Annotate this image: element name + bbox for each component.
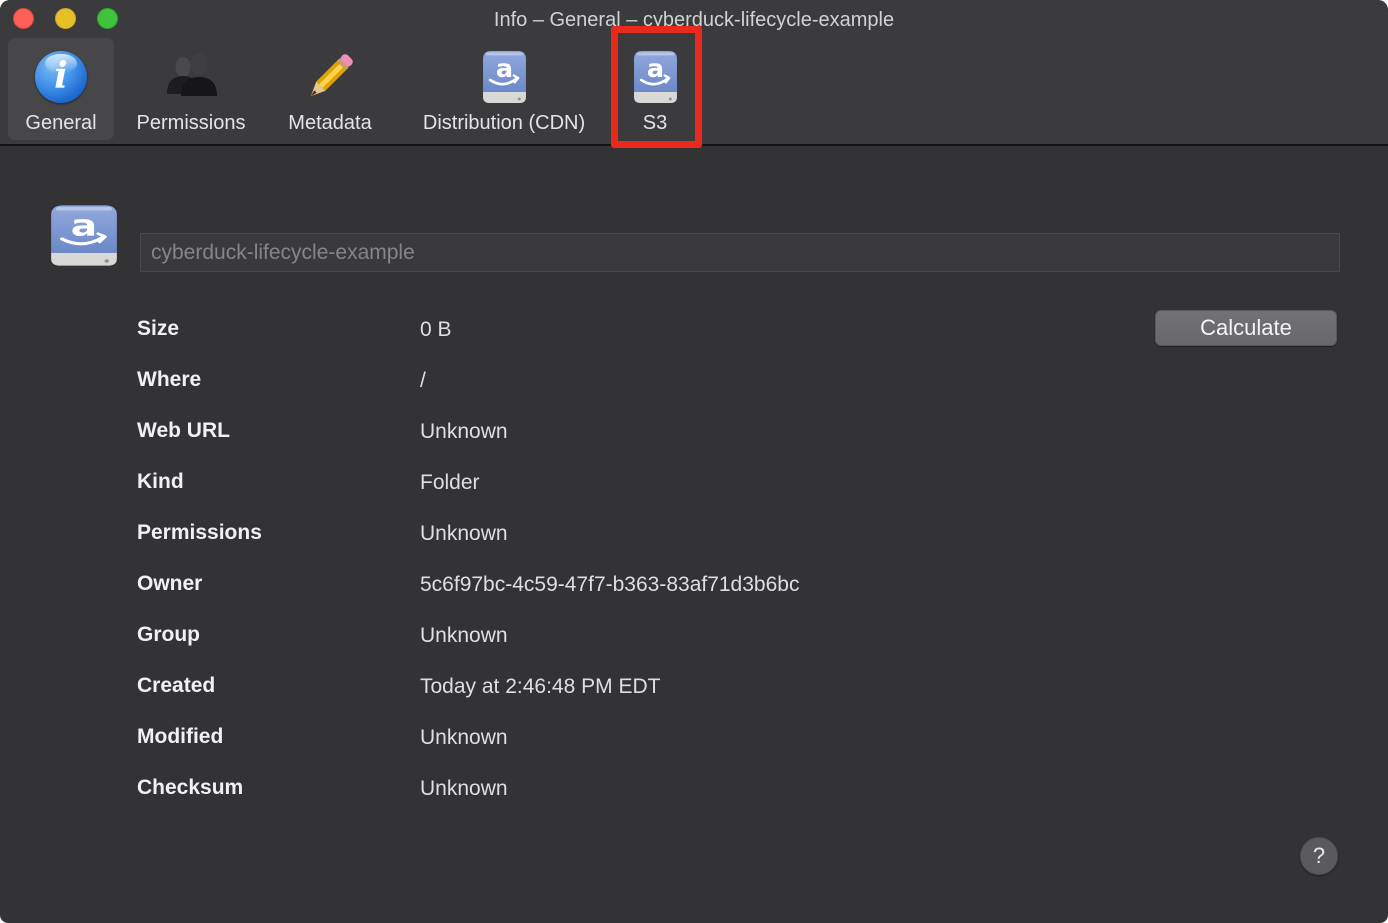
people-icon [162, 44, 220, 110]
help-button[interactable]: ? [1300, 837, 1338, 875]
info-row: Web URL Unknown [137, 417, 1137, 468]
info-row-value: Unknown [420, 417, 508, 446]
info-row-label: Created [137, 672, 420, 700]
calculate-button[interactable]: Calculate [1155, 310, 1337, 346]
svg-text:a: a [71, 209, 97, 243]
tab-permissions[interactable]: Permissions [118, 38, 264, 140]
info-row: Modified Unknown [137, 723, 1137, 774]
info-row: Created Today at 2:46:48 PM EDT [137, 672, 1137, 723]
pencil-icon [300, 44, 360, 110]
info-row: Where / [137, 366, 1137, 417]
svg-text:a: a [495, 54, 512, 83]
info-row-value: 5c6f97bc-4c59-47f7-b363-83af71d3b6bc [420, 570, 799, 599]
info-row-value: Folder [420, 468, 480, 497]
info-row-label: Kind [137, 468, 420, 496]
toolbar: i General Permissions [0, 36, 1388, 144]
info-row-value: Unknown [420, 723, 508, 752]
window-title: Info – General – cyberduck-lifecycle-exa… [0, 0, 1388, 38]
info-row-label: Group [137, 621, 420, 649]
titlebar[interactable]: Info – General – cyberduck-lifecycle-exa… [0, 0, 1388, 36]
info-table: Size 0 B Where / Web URL Unknown Kind Fo… [137, 315, 1137, 825]
amazon-drive-icon: a [481, 44, 528, 110]
info-icon: i [35, 44, 87, 110]
info-row-label: Modified [137, 723, 420, 751]
filename-input[interactable] [140, 233, 1340, 272]
info-row: Checksum Unknown [137, 774, 1137, 825]
tab-label: General [25, 110, 96, 136]
tab-label: Permissions [137, 110, 246, 136]
info-row-value: Unknown [420, 621, 508, 650]
amazon-drive-icon: a [632, 44, 679, 110]
amazon-drive-icon: a [48, 203, 120, 273]
info-row-value: Unknown [420, 519, 508, 548]
info-row: Permissions Unknown [137, 519, 1137, 570]
info-row-label: Where [137, 366, 420, 394]
info-row-value: / [420, 366, 426, 395]
info-row: Owner 5c6f97bc-4c59-47f7-b363-83af71d3b6… [137, 570, 1137, 621]
info-row-label: Checksum [137, 774, 420, 802]
tab-distribution-cdn[interactable]: a Distribution (CDN) [396, 38, 612, 140]
info-row-label: Size [137, 315, 420, 343]
info-row-label: Web URL [137, 417, 420, 445]
info-window: Info – General – cyberduck-lifecycle-exa… [0, 0, 1388, 923]
window-header: Info – General – cyberduck-lifecycle-exa… [0, 0, 1388, 146]
info-row-label: Permissions [137, 519, 420, 547]
info-row: Group Unknown [137, 621, 1137, 672]
tab-general[interactable]: i General [8, 38, 114, 140]
info-row-value: 0 B [420, 315, 452, 344]
info-row: Kind Folder [137, 468, 1137, 519]
tab-label: Distribution (CDN) [423, 110, 585, 136]
info-row-value: Today at 2:46:48 PM EDT [420, 672, 660, 701]
info-row-label: Owner [137, 570, 420, 598]
tab-label: Metadata [288, 110, 371, 136]
tab-metadata[interactable]: Metadata [272, 38, 388, 140]
info-row-value: Unknown [420, 774, 508, 803]
tab-label: S3 [643, 110, 667, 136]
tab-s3[interactable]: a S3 [620, 38, 690, 140]
info-row: Size 0 B [137, 315, 1137, 366]
general-panel: a Size 0 B Where / Web URL Unknown Kin [0, 146, 1388, 923]
svg-text:a: a [646, 54, 663, 83]
